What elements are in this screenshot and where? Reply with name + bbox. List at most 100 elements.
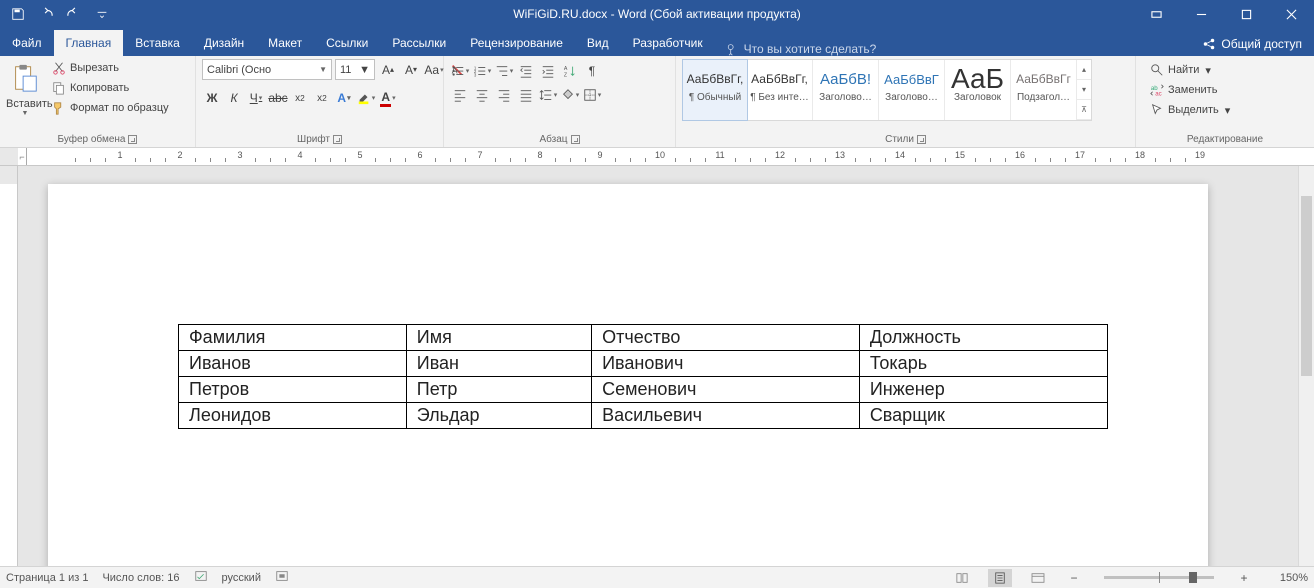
table-cell[interactable]: Леонидов <box>179 403 407 429</box>
tab-review[interactable]: Рецензирование <box>458 30 575 56</box>
style-item[interactable]: АаБЗаголовок <box>945 60 1011 120</box>
table-cell[interactable]: Иванович <box>592 351 860 377</box>
grow-font-icon[interactable]: A▴ <box>378 60 398 80</box>
table-cell[interactable]: Отчество <box>592 325 860 351</box>
zoom-slider[interactable] <box>1104 576 1214 579</box>
status-words[interactable]: Число слов: 16 <box>102 572 179 584</box>
font-name-select[interactable]: Calibri (Осно▼ <box>202 59 332 80</box>
share-button[interactable]: Общий доступ <box>1190 32 1314 56</box>
style-item[interactable]: АаБбВвГгПодзагол… <box>1011 60 1077 120</box>
justify-icon[interactable] <box>516 85 536 105</box>
line-spacing-icon[interactable]: ▾ <box>538 85 558 105</box>
styles-gallery[interactable]: АаБбВвГг,¶ ОбычныйАаБбВвГг,¶ Без инте…Аа… <box>682 59 1092 121</box>
style-item[interactable]: АаБбВвГг,¶ Без инте… <box>747 60 813 120</box>
table-cell[interactable]: Сварщик <box>859 403 1107 429</box>
qat-more-icon[interactable] <box>90 2 114 26</box>
tab-design[interactable]: Дизайн <box>192 30 256 56</box>
highlight-icon[interactable]: ▾ <box>356 88 376 108</box>
tab-mailings[interactable]: Рассылки <box>380 30 458 56</box>
table-cell[interactable]: Токарь <box>859 351 1107 377</box>
numbering-icon[interactable]: 123▾ <box>472 61 492 81</box>
status-page[interactable]: Страница 1 из 1 <box>6 572 88 584</box>
show-marks-icon[interactable]: ¶ <box>582 61 602 81</box>
table-row[interactable]: ИвановИванИвановичТокарь <box>179 351 1108 377</box>
font-color-icon[interactable]: A▾ <box>378 88 398 108</box>
table-row[interactable]: ПетровПетрСеменовичИнженер <box>179 377 1108 403</box>
italic-icon[interactable]: К <box>224 88 244 108</box>
table-row[interactable]: ЛеонидовЭльдарВасильевичСварщик <box>179 403 1108 429</box>
vertical-scrollbar[interactable] <box>1298 166 1314 566</box>
tab-layout[interactable]: Макет <box>256 30 314 56</box>
table-cell[interactable]: Иван <box>406 351 591 377</box>
font-dialog-icon[interactable] <box>333 135 342 144</box>
style-item[interactable]: АаБбВвГЗаголово… <box>879 60 945 120</box>
vertical-ruler[interactable] <box>0 166 18 566</box>
shading-icon[interactable]: ▾ <box>560 85 580 105</box>
format-painter-button[interactable]: Формат по образцу <box>48 99 173 117</box>
print-layout-icon[interactable] <box>988 569 1012 587</box>
paste-button[interactable]: Вставить ▼ <box>6 59 44 117</box>
copy-button[interactable]: Копировать <box>48 79 173 97</box>
table-cell[interactable]: Васильевич <box>592 403 860 429</box>
select-button[interactable]: Выделить▾ <box>1146 101 1234 119</box>
cut-button[interactable]: Вырезать <box>48 59 173 77</box>
tab-view[interactable]: Вид <box>575 30 621 56</box>
align-left-icon[interactable] <box>450 85 470 105</box>
undo-icon[interactable] <box>34 2 58 26</box>
status-macro-icon[interactable] <box>275 569 289 586</box>
bold-icon[interactable]: Ж <box>202 88 222 108</box>
paragraph-dialog-icon[interactable] <box>571 135 580 144</box>
style-item[interactable]: АаБбВвГг,¶ Обычный <box>682 59 748 121</box>
clipboard-dialog-icon[interactable] <box>128 135 137 144</box>
status-proof-icon[interactable] <box>194 569 208 586</box>
zoom-in-icon[interactable]: + <box>1234 568 1254 588</box>
shrink-font-icon[interactable]: A▾ <box>401 60 421 80</box>
subscript-icon[interactable]: x2 <box>290 88 310 108</box>
close-icon[interactable] <box>1269 0 1314 28</box>
table-cell[interactable]: Фамилия <box>179 325 407 351</box>
tab-developer[interactable]: Разработчик <box>621 30 715 56</box>
table-row[interactable]: ФамилияИмяОтчествоДолжность <box>179 325 1108 351</box>
read-mode-icon[interactable] <box>950 569 974 587</box>
font-size-select[interactable]: 11▼ <box>335 59 375 80</box>
tab-home[interactable]: Главная <box>54 30 124 56</box>
indent-inc-icon[interactable] <box>538 61 558 81</box>
align-center-icon[interactable] <box>472 85 492 105</box>
zoom-out-icon[interactable]: − <box>1064 568 1084 588</box>
ribbon-display-icon[interactable] <box>1134 0 1179 28</box>
gallery-up-icon[interactable]: ▴ <box>1077 60 1091 80</box>
gallery-down-icon[interactable]: ▾ <box>1077 80 1091 100</box>
find-button[interactable]: Найти▾ <box>1146 61 1234 79</box>
document-table[interactable]: ФамилияИмяОтчествоДолжностьИвановИванИва… <box>178 324 1108 429</box>
tab-file[interactable]: Файл <box>0 30 54 56</box>
zoom-level[interactable]: 150% <box>1268 572 1308 584</box>
table-cell[interactable]: Эльдар <box>406 403 591 429</box>
table-cell[interactable]: Семенович <box>592 377 860 403</box>
web-layout-icon[interactable] <box>1026 569 1050 587</box>
bullets-icon[interactable]: ▾ <box>450 61 470 81</box>
table-cell[interactable]: Иванов <box>179 351 407 377</box>
gallery-more-icon[interactable]: ⊼ <box>1077 100 1091 120</box>
strike-icon[interactable]: abc <box>268 88 288 108</box>
styles-dialog-icon[interactable] <box>917 135 926 144</box>
table-cell[interactable]: Петр <box>406 377 591 403</box>
tab-insert[interactable]: Вставка <box>123 30 192 56</box>
table-cell[interactable]: Петров <box>179 377 407 403</box>
indent-dec-icon[interactable] <box>516 61 536 81</box>
table-cell[interactable]: Имя <box>406 325 591 351</box>
status-language[interactable]: русский <box>222 572 261 584</box>
replace-button[interactable]: abacЗаменить <box>1146 81 1234 99</box>
table-cell[interactable]: Должность <box>859 325 1107 351</box>
redo-icon[interactable] <box>62 2 86 26</box>
multilevel-icon[interactable]: ▾ <box>494 61 514 81</box>
change-case-icon[interactable]: Aa▾ <box>424 60 444 80</box>
borders-icon[interactable]: ▾ <box>582 85 602 105</box>
document-area[interactable]: ФамилияИмяОтчествоДолжностьИвановИванИва… <box>18 166 1314 566</box>
table-cell[interactable]: Инженер <box>859 377 1107 403</box>
superscript-icon[interactable]: x2 <box>312 88 332 108</box>
style-item[interactable]: АаБбВ!Заголово… <box>813 60 879 120</box>
save-icon[interactable] <box>6 2 30 26</box>
text-effects-icon[interactable]: A▾ <box>334 88 354 108</box>
align-right-icon[interactable] <box>494 85 514 105</box>
sort-icon[interactable]: AZ <box>560 61 580 81</box>
